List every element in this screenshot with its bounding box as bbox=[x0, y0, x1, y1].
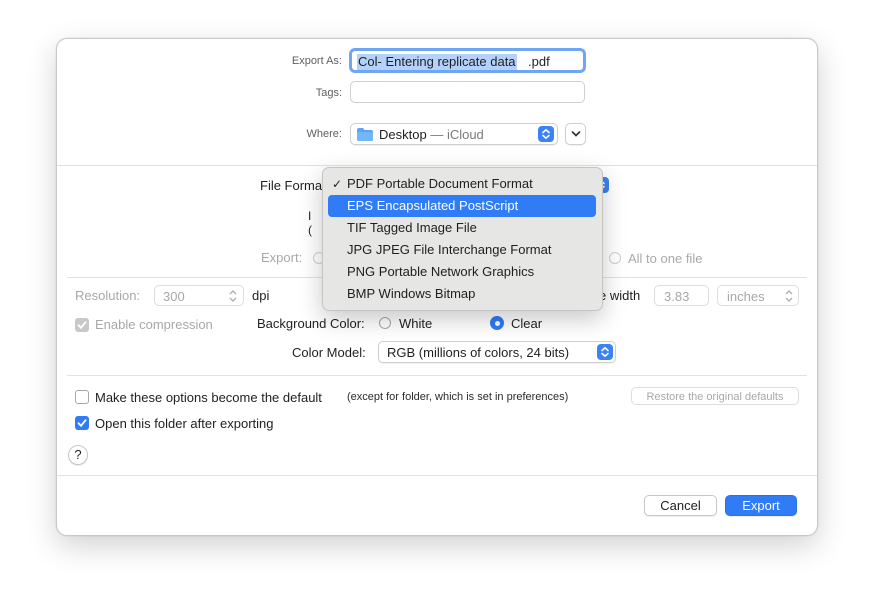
make-default-label: Make these options become the default bbox=[95, 390, 322, 405]
image-width-input[interactable]: 3.83 bbox=[654, 285, 709, 306]
export-as-selected-text: Col- Entering replicate data bbox=[357, 54, 517, 70]
checkmark-icon bbox=[77, 419, 87, 428]
image-width-value: 3.83 bbox=[664, 289, 690, 304]
resolution-stepper-icon bbox=[229, 290, 237, 302]
menu-item-png[interactable]: PNG Portable Network Graphics bbox=[328, 261, 596, 283]
width-unit-value: inches bbox=[727, 289, 765, 304]
background-white-radio[interactable] bbox=[379, 317, 391, 329]
compression-checkbox[interactable] bbox=[75, 318, 89, 332]
where-value: Desktop bbox=[379, 127, 427, 142]
background-color-label: Background Color: bbox=[257, 316, 365, 331]
restore-defaults-label: Restore the original defaults bbox=[646, 391, 784, 403]
where-separator: — bbox=[426, 127, 447, 142]
hidden-partial-2: ( bbox=[308, 223, 312, 237]
width-unit-stepper-icon bbox=[785, 290, 793, 302]
image-width-label: e width bbox=[599, 288, 641, 303]
file-format-menu: ✓ PDF Portable Document Format EPS Encap… bbox=[322, 167, 603, 311]
where-location: iCloud bbox=[446, 127, 484, 142]
resolution-label: Resolution: bbox=[75, 288, 141, 303]
color-model-label: Color Model: bbox=[292, 345, 366, 360]
menu-item-bmp[interactable]: BMP Windows Bitmap bbox=[328, 283, 596, 305]
background-clear-label: Clear bbox=[511, 316, 543, 331]
all-to-one-label: All to one file bbox=[628, 251, 703, 266]
color-model-value: RGB (millions of colors, 24 bits) bbox=[387, 345, 570, 360]
help-button[interactable]: ? bbox=[68, 445, 88, 465]
where-stepper-icon bbox=[538, 126, 554, 142]
divider-options bbox=[67, 375, 807, 376]
check-icon: ✓ bbox=[332, 177, 343, 191]
export-scope-label: Export: bbox=[261, 250, 303, 265]
all-to-one-radio[interactable] bbox=[609, 252, 621, 264]
make-default-checkbox[interactable] bbox=[75, 390, 89, 404]
resolution-input[interactable]: 300 bbox=[154, 285, 244, 306]
open-folder-checkbox[interactable] bbox=[75, 416, 89, 430]
color-model-popup[interactable]: RGB (millions of colors, 24 bits) bbox=[378, 341, 616, 363]
divider-top bbox=[57, 165, 817, 166]
tags-input[interactable] bbox=[350, 81, 585, 103]
checkmark-icon bbox=[77, 321, 87, 330]
expand-button[interactable] bbox=[565, 123, 586, 145]
defaults-note: (except for folder, which is set in pref… bbox=[347, 391, 569, 403]
background-white-label: White bbox=[399, 316, 433, 331]
menu-item-pdf[interactable]: ✓ PDF Portable Document Format bbox=[328, 173, 596, 195]
background-clear-radio[interactable] bbox=[490, 316, 504, 330]
export-as-input[interactable]: Col- Entering replicate data .pdf bbox=[349, 48, 586, 73]
color-model-stepper-icon bbox=[597, 344, 613, 360]
restore-defaults-button[interactable]: Restore the original defaults bbox=[631, 387, 799, 405]
cancel-button[interactable]: Cancel bbox=[644, 495, 717, 516]
folder-icon bbox=[357, 128, 373, 141]
file-format-label: File Forma bbox=[260, 178, 323, 193]
export-as-label: Export As: bbox=[291, 55, 342, 67]
menu-item-tif[interactable]: TIF Tagged Image File bbox=[328, 217, 596, 239]
menu-item-jpg[interactable]: JPG JPEG File Interchange Format bbox=[328, 239, 596, 261]
hidden-partial-1: I bbox=[308, 209, 312, 223]
where-label: Where: bbox=[306, 128, 342, 140]
tags-label: Tags: bbox=[315, 87, 342, 99]
chevron-down-icon bbox=[571, 131, 581, 137]
divider-bottom bbox=[57, 475, 817, 476]
width-unit-popup[interactable]: inches bbox=[717, 285, 799, 306]
resolution-unit: dpi bbox=[252, 288, 270, 303]
open-folder-label: Open this folder after exporting bbox=[95, 416, 274, 431]
resolution-value: 300 bbox=[163, 289, 185, 304]
compression-label: Enable compression bbox=[95, 317, 213, 332]
export-button[interactable]: Export bbox=[725, 495, 797, 516]
menu-item-eps[interactable]: EPS Encapsulated PostScript bbox=[328, 195, 596, 217]
export-as-extension: .pdf bbox=[528, 54, 550, 69]
where-popup[interactable]: Desktop — iCloud bbox=[350, 123, 558, 145]
